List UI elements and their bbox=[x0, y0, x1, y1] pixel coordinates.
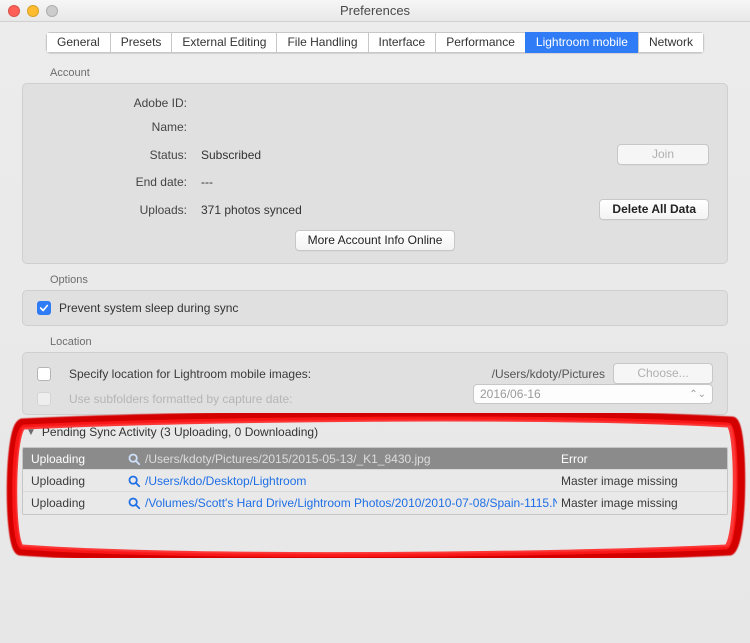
magnifier-icon[interactable] bbox=[127, 452, 141, 466]
status-label: Status: bbox=[41, 148, 201, 162]
pending-sync-section: ▼ Pending Sync Activity (3 Uploading, 0 … bbox=[22, 425, 728, 515]
tab-external-editing[interactable]: External Editing bbox=[171, 32, 276, 53]
join-button[interactable]: Join bbox=[617, 144, 709, 165]
uploads-label: Uploads: bbox=[41, 203, 201, 217]
minimize-window-button[interactable] bbox=[27, 5, 39, 17]
subfolder-format-select[interactable]: 2016/06-16 ⌃⌄ bbox=[473, 384, 713, 404]
status-value: Subscribed bbox=[201, 148, 529, 162]
pending-sync-title: Pending Sync Activity (3 Uploading, 0 Do… bbox=[42, 425, 318, 439]
checkmark-icon bbox=[39, 303, 49, 313]
delete-all-data-button[interactable]: Delete All Data bbox=[599, 199, 709, 220]
specify-location-checkbox[interactable] bbox=[37, 367, 51, 381]
prevent-sleep-label: Prevent system sleep during sync bbox=[59, 301, 238, 315]
sync-error-2: Master image missing bbox=[557, 496, 727, 510]
window-title: Preferences bbox=[340, 3, 410, 18]
sync-row[interactable]: Uploading /Users/kdo/Desktop/Lightroom M… bbox=[23, 470, 727, 492]
sync-status-2: Uploading bbox=[23, 496, 123, 510]
tab-interface[interactable]: Interface bbox=[368, 32, 436, 53]
end-date-label: End date: bbox=[41, 175, 201, 189]
location-group: Specify location for Lightroom mobile im… bbox=[22, 352, 728, 415]
zoom-window-button[interactable] bbox=[46, 5, 58, 17]
options-section-label: Options bbox=[50, 274, 728, 286]
sync-status-header: Uploading bbox=[23, 452, 123, 466]
sync-row-header[interactable]: Uploading /Users/kdoty/Pictures/2015/201… bbox=[23, 448, 727, 470]
tab-network[interactable]: Network bbox=[638, 32, 704, 53]
location-section-label: Location bbox=[50, 336, 728, 348]
account-section-label: Account bbox=[50, 67, 728, 79]
preferences-window: Preferences General Presets External Edi… bbox=[0, 0, 750, 643]
pending-sync-table: Uploading /Users/kdoty/Pictures/2015/201… bbox=[22, 447, 728, 515]
specify-location-path: /Users/kdoty/Pictures bbox=[425, 367, 605, 381]
tab-performance[interactable]: Performance bbox=[435, 32, 525, 53]
options-group: Prevent system sleep during sync bbox=[22, 290, 728, 326]
pending-sync-header[interactable]: ▼ Pending Sync Activity (3 Uploading, 0 … bbox=[26, 425, 728, 439]
disclosure-triangle-icon[interactable]: ▼ bbox=[26, 427, 36, 438]
specify-location-label: Specify location for Lightroom mobile im… bbox=[69, 367, 417, 381]
name-label: Name: bbox=[41, 120, 201, 134]
tab-file-handling[interactable]: File Handling bbox=[276, 32, 367, 53]
tab-general[interactable]: General bbox=[46, 32, 110, 53]
prevent-sleep-checkbox[interactable] bbox=[37, 301, 51, 315]
choose-location-button[interactable]: Choose... bbox=[613, 363, 713, 384]
sync-path-2[interactable]: /Volumes/Scott's Hard Drive/Lightroom Ph… bbox=[145, 496, 557, 510]
use-subfolders-label: Use subfolders formatted by capture date… bbox=[69, 392, 417, 406]
subfolder-format-value: 2016/06-16 bbox=[480, 387, 541, 401]
tab-presets[interactable]: Presets bbox=[110, 32, 172, 53]
sync-row[interactable]: Uploading /Volumes/Scott's Hard Drive/Li… bbox=[23, 492, 727, 514]
traffic-lights bbox=[8, 5, 58, 17]
sync-error-1: Master image missing bbox=[557, 474, 727, 488]
sync-status-1: Uploading bbox=[23, 474, 123, 488]
uploads-value: 371 photos synced bbox=[201, 203, 529, 217]
sync-path-0[interactable]: /Users/kdoty/Pictures/2015/2015-05-13/_K… bbox=[145, 452, 557, 466]
sync-error-0: Error bbox=[557, 452, 727, 466]
content-area: Account Adobe ID: Name: Status: Subscrib… bbox=[0, 67, 750, 515]
close-window-button[interactable] bbox=[8, 5, 20, 17]
end-date-value: --- bbox=[201, 175, 529, 189]
preferences-tabstrip: General Presets External Editing File Ha… bbox=[0, 22, 750, 61]
account-group: Adobe ID: Name: Status: Subscribed Join … bbox=[22, 83, 728, 264]
titlebar: Preferences bbox=[0, 0, 750, 22]
sync-path-1[interactable]: /Users/kdo/Desktop/Lightroom bbox=[145, 474, 557, 488]
magnifier-icon[interactable] bbox=[127, 474, 141, 488]
more-account-info-button[interactable]: More Account Info Online bbox=[295, 230, 456, 251]
tab-segmented-control: General Presets External Editing File Ha… bbox=[46, 32, 704, 53]
tab-lightroom-mobile[interactable]: Lightroom mobile bbox=[525, 32, 638, 53]
magnifier-icon[interactable] bbox=[127, 496, 141, 510]
chevron-updown-icon: ⌃⌄ bbox=[689, 389, 706, 400]
use-subfolders-checkbox[interactable] bbox=[37, 392, 51, 406]
prevent-sleep-row[interactable]: Prevent system sleep during sync bbox=[37, 301, 713, 315]
adobe-id-label: Adobe ID: bbox=[41, 96, 201, 110]
